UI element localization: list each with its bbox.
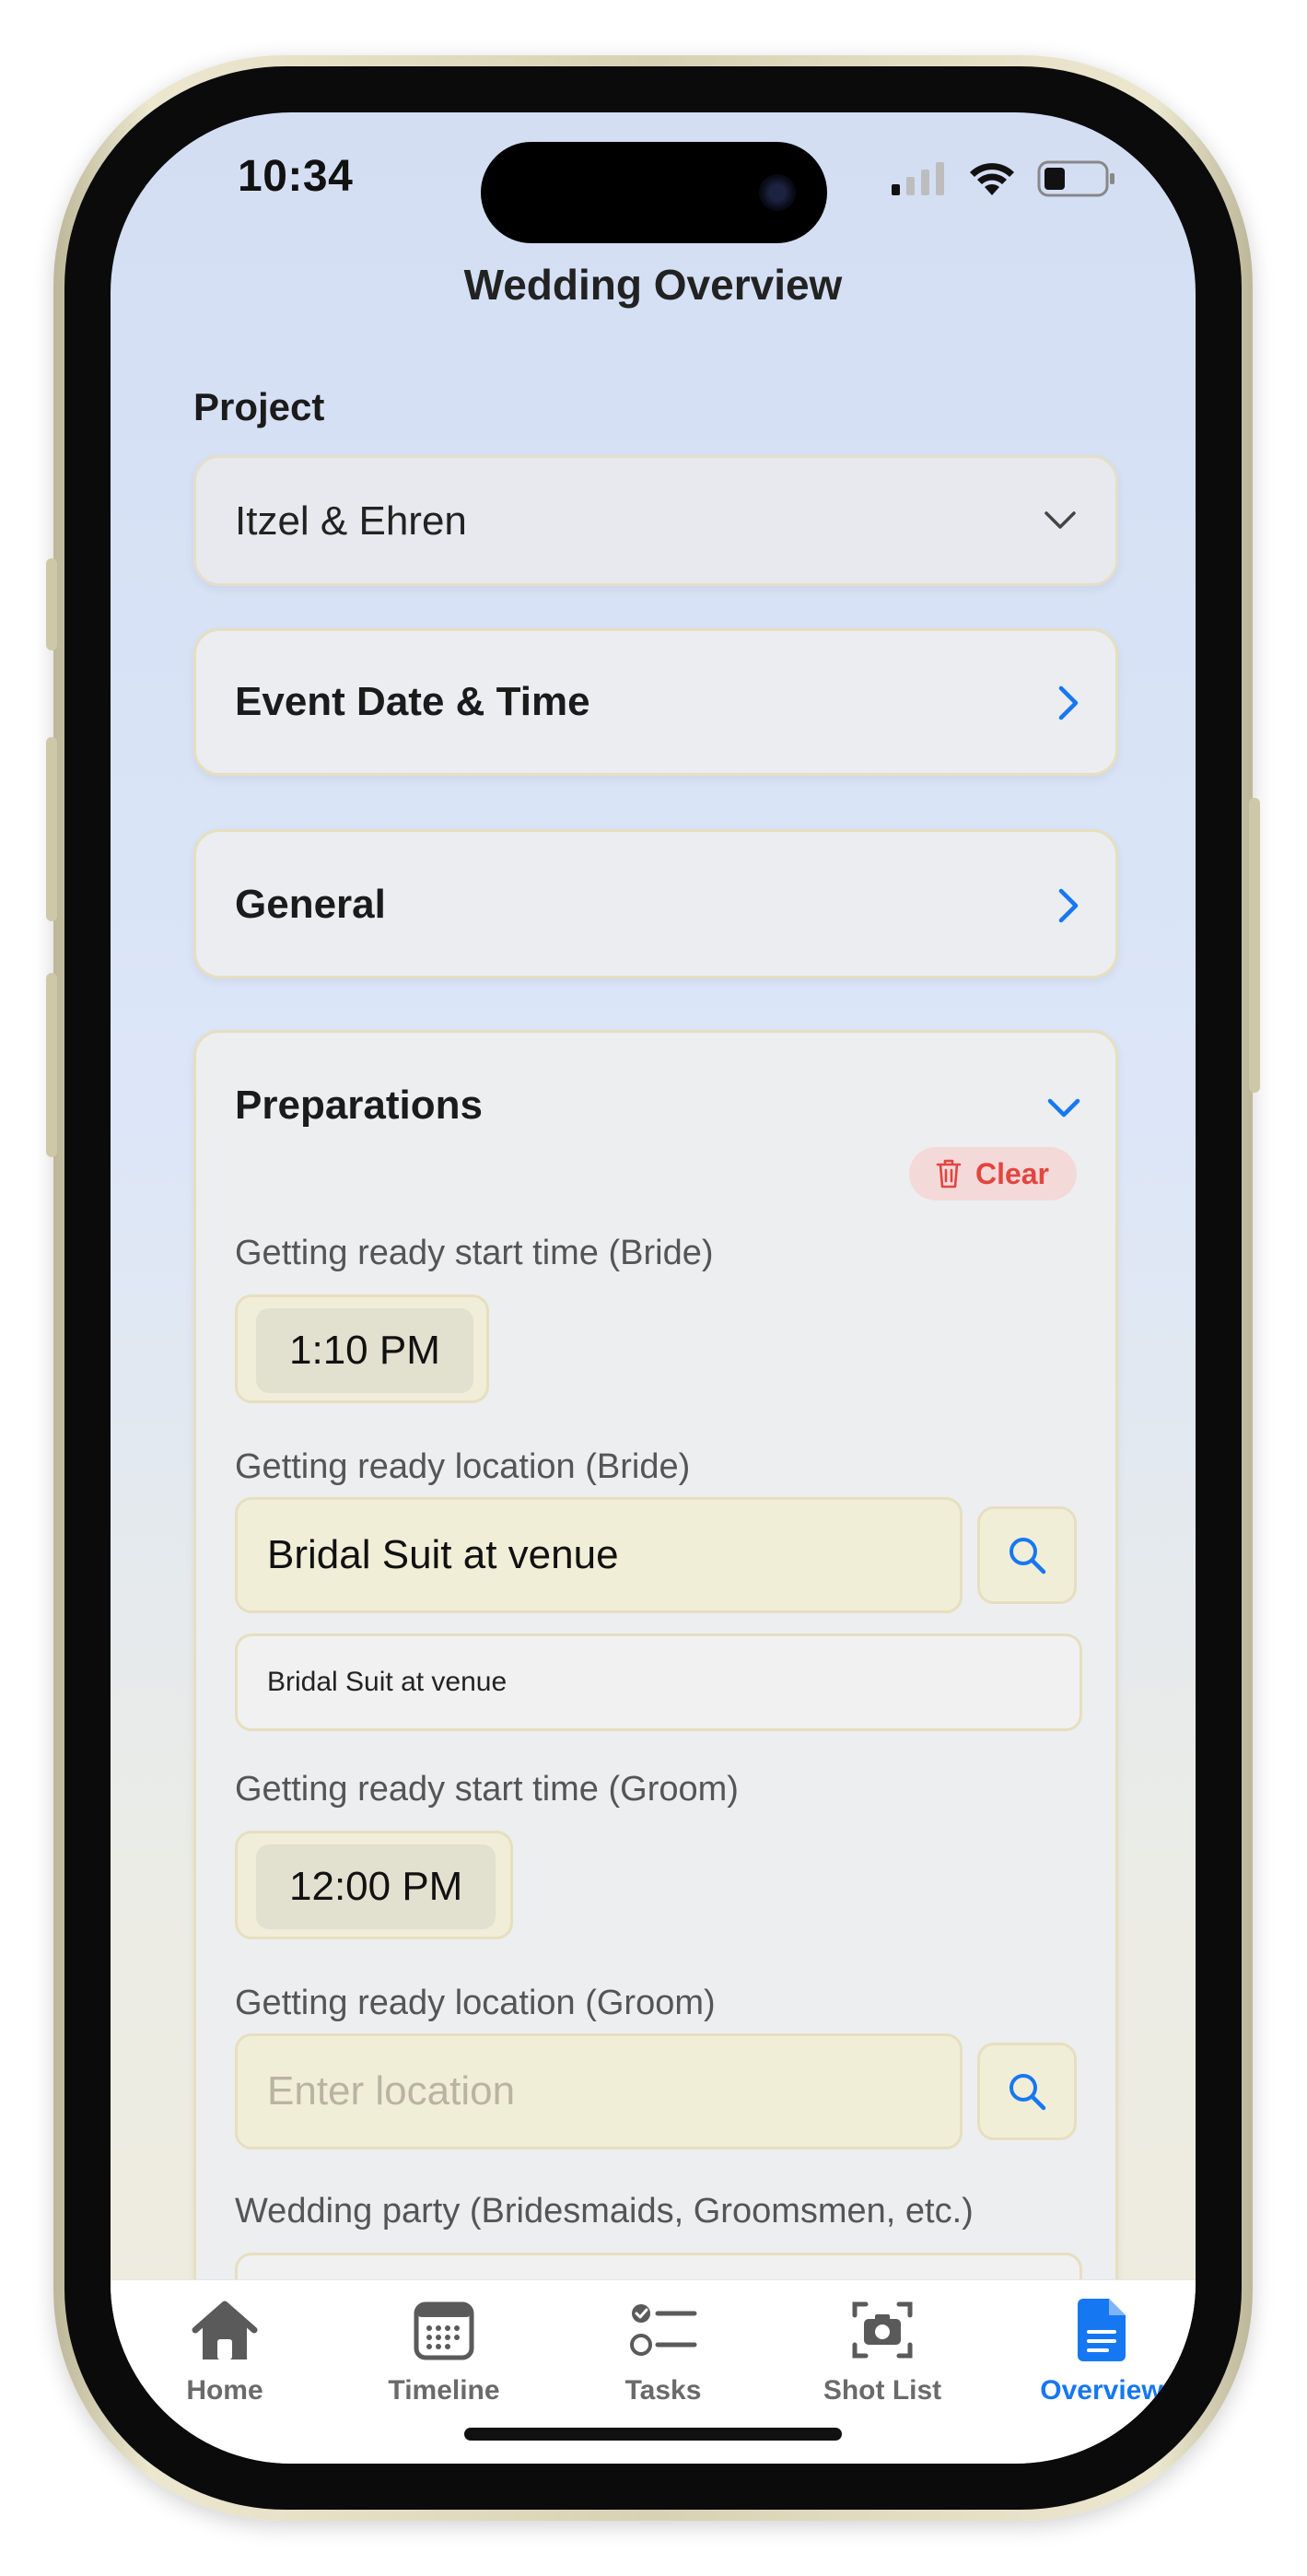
status-icons <box>892 160 1116 197</box>
bride-location-search-button[interactable] <box>977 1506 1077 1604</box>
preparations-title: Preparations <box>235 1083 483 1128</box>
tab-shot-list-label: Shot List <box>823 2375 942 2406</box>
event-date-time-section[interactable]: Event Date & Time <box>193 628 1118 776</box>
home-indicator <box>464 2428 842 2441</box>
bride-time-value: 1:10 PM <box>256 1308 473 1393</box>
groom-time-label: Getting ready start time (Groom) <box>235 1770 739 1809</box>
tab-home-label: Home <box>186 2375 263 2406</box>
bride-time-picker[interactable]: 1:10 PM <box>235 1294 489 1403</box>
groom-time-value: 12:00 PM <box>256 1844 496 1929</box>
status-time: 10:34 <box>238 152 354 201</box>
action-button <box>46 558 57 650</box>
tab-tasks-label: Tasks <box>624 2375 702 2406</box>
preparations-section: Preparations Clear Getting ready start t… <box>193 1030 1118 2350</box>
clear-label: Clear <box>974 1156 1049 1190</box>
page-title: Wedding Overview <box>463 261 843 309</box>
app-screen: 10:34 Wedding Overview Project Itzel & E… <box>111 112 1196 2464</box>
power-button <box>1249 798 1260 1093</box>
house-icon <box>192 2301 258 2359</box>
event-date-time-title: Event Date & Time <box>235 679 590 724</box>
document-icon <box>1078 2299 1126 2361</box>
tab-timeline-label: Timeline <box>388 2375 500 2406</box>
trash-icon <box>936 1159 962 1188</box>
groom-location-input[interactable]: Enter location <box>235 2033 963 2149</box>
bride-location-input[interactable]: Bridal Suit at venue <box>235 1497 963 1613</box>
calendar-icon <box>414 2301 474 2360</box>
search-icon <box>1009 2074 1046 2111</box>
bride-location-label: Getting ready location (Bride) <box>235 1447 691 1486</box>
wedding-party-label: Wedding party (Bridesmaids, Groomsmen, e… <box>235 2192 974 2231</box>
tab-overview-label: Overview <box>1040 2375 1163 2406</box>
checklist-icon <box>630 2304 697 2356</box>
general-title: General <box>235 882 386 927</box>
search-icon <box>1009 1538 1046 1575</box>
volume-down-button <box>46 973 57 1157</box>
chevron-down-icon[interactable] <box>1047 1097 1080 1119</box>
tab-home[interactable]: Home <box>133 2297 317 2406</box>
tab-overview[interactable]: Overview <box>1009 2297 1194 2406</box>
bride-time-label: Getting ready start time (Bride) <box>235 1234 714 1272</box>
tab-tasks[interactable]: Tasks <box>571 2297 755 2406</box>
chevron-down-icon <box>1044 511 1076 529</box>
chevron-right-icon <box>1058 888 1079 923</box>
wifi-icon <box>970 163 1014 195</box>
battery-icon <box>1037 160 1114 197</box>
project-select[interactable]: Itzel & Ehren <box>193 455 1118 586</box>
tab-shot-list[interactable]: Shot List <box>790 2297 974 2406</box>
tab-timeline[interactable]: Timeline <box>352 2297 536 2406</box>
dynamic-island <box>481 142 827 243</box>
camera-icon <box>759 174 796 211</box>
project-select-value: Itzel & Ehren <box>235 498 467 544</box>
camera-icon <box>852 2301 913 2359</box>
cellular-signal-icon <box>892 162 944 195</box>
groom-time-picker[interactable]: 12:00 PM <box>235 1831 513 1939</box>
groom-location-label: Getting ready location (Groom) <box>235 1984 716 2022</box>
groom-location-search-button[interactable] <box>977 2043 1077 2140</box>
tab-bar: Home Timeline Tasks Shot List Overview <box>111 2279 1196 2464</box>
volume-up-button <box>46 737 57 921</box>
project-label: Project <box>193 385 325 428</box>
general-section[interactable]: General <box>193 829 1118 978</box>
chevron-right-icon <box>1058 685 1079 720</box>
clear-button[interactable]: Clear <box>908 1147 1077 1200</box>
bride-location-display: Bridal Suit at venue <box>235 1633 1082 1731</box>
